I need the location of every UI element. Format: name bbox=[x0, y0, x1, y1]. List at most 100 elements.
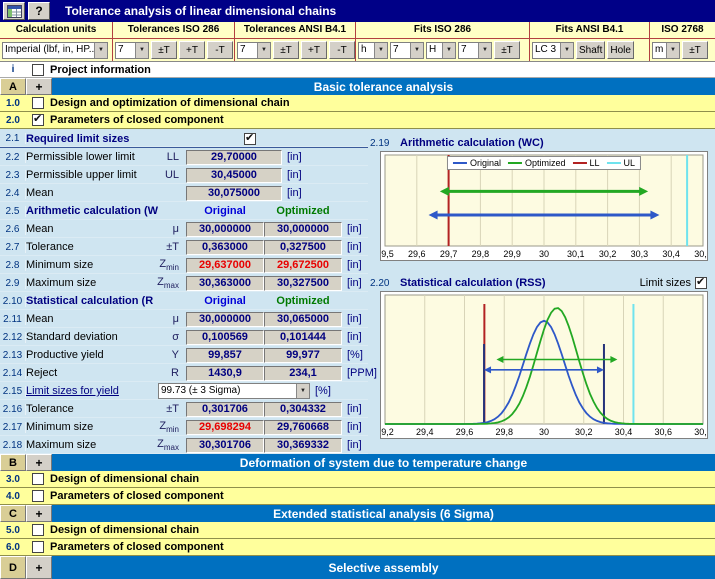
value-original[interactable]: 29,698294 bbox=[186, 420, 264, 435]
ansi-pm-tolerance-button[interactable]: ±T bbox=[273, 41, 299, 59]
table-row: 2.11Meanμ30,00000030,065000[in] bbox=[0, 310, 368, 328]
dropdown-arrow-icon[interactable]: ▼ bbox=[296, 384, 309, 398]
row-number: 2.18 bbox=[0, 440, 26, 451]
iso286-pm-tolerance-button[interactable]: ±T bbox=[151, 41, 177, 59]
dropdown-arrow-icon[interactable]: ▼ bbox=[94, 43, 107, 58]
value-field[interactable]: 30,45000 bbox=[186, 168, 282, 183]
value-original[interactable]: 0,301706 bbox=[186, 402, 264, 417]
legend-item: UL bbox=[607, 158, 636, 168]
ansi-grade-select[interactable]: 7▼ bbox=[237, 42, 271, 59]
row-number: 2.15 bbox=[0, 386, 26, 397]
dropdown-arrow-icon[interactable]: ▼ bbox=[442, 43, 455, 58]
value-optimized[interactable]: 234,1 bbox=[264, 366, 342, 381]
iso286-grade-select[interactable]: 7▼ bbox=[115, 42, 149, 59]
dropdown-arrow-icon[interactable]: ▼ bbox=[478, 43, 491, 58]
project-information-checkbox[interactable] bbox=[32, 64, 44, 76]
hole-button[interactable]: Hole bbox=[607, 41, 634, 59]
row-label: Minimum size bbox=[26, 259, 154, 271]
legend-item: Original bbox=[453, 158, 501, 168]
design-dimensional-chain-checkbox-2[interactable] bbox=[32, 524, 44, 536]
section-b-button[interactable]: B bbox=[0, 454, 26, 471]
shaft-button[interactable]: Shaft bbox=[576, 41, 605, 59]
dropdown-arrow-icon[interactable]: ▼ bbox=[135, 43, 148, 58]
required-limit-sizes-checkbox[interactable] bbox=[244, 133, 256, 145]
value-optimized[interactable]: 0,101444 bbox=[264, 330, 342, 345]
select-value: 7 bbox=[116, 43, 135, 58]
select-value: Imperial (lbf, in, HP... bbox=[3, 43, 94, 58]
parameters-closed-component-checkbox-2[interactable] bbox=[32, 490, 44, 502]
shaft-letter-select[interactable]: h▼ bbox=[358, 42, 388, 59]
value-original[interactable]: 99,857 bbox=[186, 348, 264, 363]
value-optimized[interactable]: 99,977 bbox=[264, 348, 342, 363]
section-c-button[interactable]: C bbox=[0, 505, 26, 522]
column-header-original: Original bbox=[186, 295, 264, 307]
value-field[interactable]: 29,70000 bbox=[186, 150, 282, 165]
section-d-button[interactable]: D bbox=[0, 556, 26, 579]
dropdown-arrow-icon[interactable]: ▼ bbox=[257, 43, 270, 58]
app-icon[interactable] bbox=[3, 2, 25, 20]
row-label: Design of dimensional chain bbox=[50, 524, 199, 536]
section-a-expand-button[interactable]: + bbox=[26, 78, 52, 95]
iso2768-pm-tolerance-button[interactable]: ±T bbox=[682, 41, 708, 59]
iso286-minus-tolerance-button[interactable]: -T bbox=[207, 41, 233, 59]
row-label: Tolerance bbox=[26, 403, 154, 415]
row-number: 3.0 bbox=[0, 474, 26, 485]
section-c-expand-button[interactable]: + bbox=[26, 505, 52, 522]
ansi-fit-class-select[interactable]: LC 3▼ bbox=[532, 42, 574, 59]
hole-letter-select[interactable]: H▼ bbox=[426, 42, 456, 59]
dropdown-arrow-icon[interactable]: ▼ bbox=[666, 43, 679, 58]
value-field[interactable]: 30,075000 bbox=[186, 186, 282, 201]
ansi-minus-tolerance-button[interactable]: -T bbox=[329, 41, 355, 59]
fit-pm-tolerance-button[interactable]: ±T bbox=[494, 41, 520, 59]
iso286-plus-tolerance-button[interactable]: +T bbox=[179, 41, 205, 59]
value-optimized[interactable]: 0,327500 bbox=[264, 240, 342, 255]
section-a-button[interactable]: A bbox=[0, 78, 26, 95]
value-original[interactable]: 30,000000 bbox=[186, 222, 264, 237]
row-label: Permissible upper limit bbox=[26, 169, 154, 181]
value-original[interactable]: 30,301706 bbox=[186, 438, 264, 453]
units-select[interactable]: Imperial (lbf, in, HP...▼ bbox=[2, 42, 108, 59]
chart-caption-arithmetic: 2.19 Arithmetic calculation (WC) bbox=[368, 135, 715, 151]
parameters-closed-component-checkbox[interactable] bbox=[32, 114, 44, 126]
value-optimized[interactable]: 30,065000 bbox=[264, 312, 342, 327]
value-optimized[interactable]: 30,000000 bbox=[264, 222, 342, 237]
limit-sizes-checkbox[interactable] bbox=[695, 277, 707, 289]
section-d-expand-button[interactable]: + bbox=[26, 556, 52, 579]
value-optimized[interactable]: 30,327500 bbox=[264, 276, 342, 291]
value-original[interactable]: 30,000000 bbox=[186, 312, 264, 327]
shaft-grade-select[interactable]: 7▼ bbox=[390, 42, 424, 59]
row-label: Parameters of closed component bbox=[50, 114, 224, 126]
row-number: 2.12 bbox=[0, 332, 26, 343]
design-dimensional-chain-checkbox[interactable] bbox=[32, 473, 44, 485]
parameters-closed-component-checkbox-3[interactable] bbox=[32, 541, 44, 553]
hole-grade-select[interactable]: 7▼ bbox=[458, 42, 492, 59]
parameters-table: 2.1Required limit sizes2.2Permissible lo… bbox=[0, 129, 368, 454]
value-optimized[interactable]: 30,369332 bbox=[264, 438, 342, 453]
section-b-expand-button[interactable]: + bbox=[26, 454, 52, 471]
value-original[interactable]: 1430,9 bbox=[186, 366, 264, 381]
help-button[interactable]: ? bbox=[28, 2, 50, 20]
value-original[interactable]: 0,100569 bbox=[186, 330, 264, 345]
table-row: 2.14RejectR1430,9234,1[PPM] bbox=[0, 364, 368, 382]
toolbar-group-controls: 7▼±T+T-T bbox=[235, 39, 355, 61]
value-original[interactable]: 30,363000 bbox=[186, 276, 264, 291]
limit-sizes-for-yield-link[interactable]: Limit sizes for yield bbox=[26, 385, 154, 397]
table-row: 2.1Required limit sizes bbox=[0, 130, 368, 148]
value-original[interactable]: 29,637000 bbox=[186, 258, 264, 273]
dropdown-arrow-icon[interactable]: ▼ bbox=[374, 43, 387, 58]
iso2768-class-select[interactable]: m▼ bbox=[652, 42, 680, 59]
value-optimized[interactable]: 0,304332 bbox=[264, 402, 342, 417]
design-optimization-checkbox[interactable] bbox=[32, 97, 44, 109]
spreadsheet-icon bbox=[7, 5, 22, 18]
value-optimized[interactable]: 29,760668 bbox=[264, 420, 342, 435]
dropdown-arrow-icon[interactable]: ▼ bbox=[410, 43, 423, 58]
row-number: 2.3 bbox=[0, 170, 26, 181]
yield-level-select[interactable]: 99.73 (± 3 Sigma)▼ bbox=[158, 383, 310, 399]
row-number: 1.0 bbox=[0, 98, 26, 109]
ansi-plus-tolerance-button[interactable]: +T bbox=[301, 41, 327, 59]
row-number: 2.19 bbox=[368, 138, 400, 149]
value-original[interactable]: 0,363000 bbox=[186, 240, 264, 255]
value-optimized[interactable]: 29,672500 bbox=[264, 258, 342, 273]
dropdown-arrow-icon[interactable]: ▼ bbox=[560, 43, 573, 58]
table-row: 2.8Minimum sizeZmin29,63700029,672500[in… bbox=[0, 256, 368, 274]
